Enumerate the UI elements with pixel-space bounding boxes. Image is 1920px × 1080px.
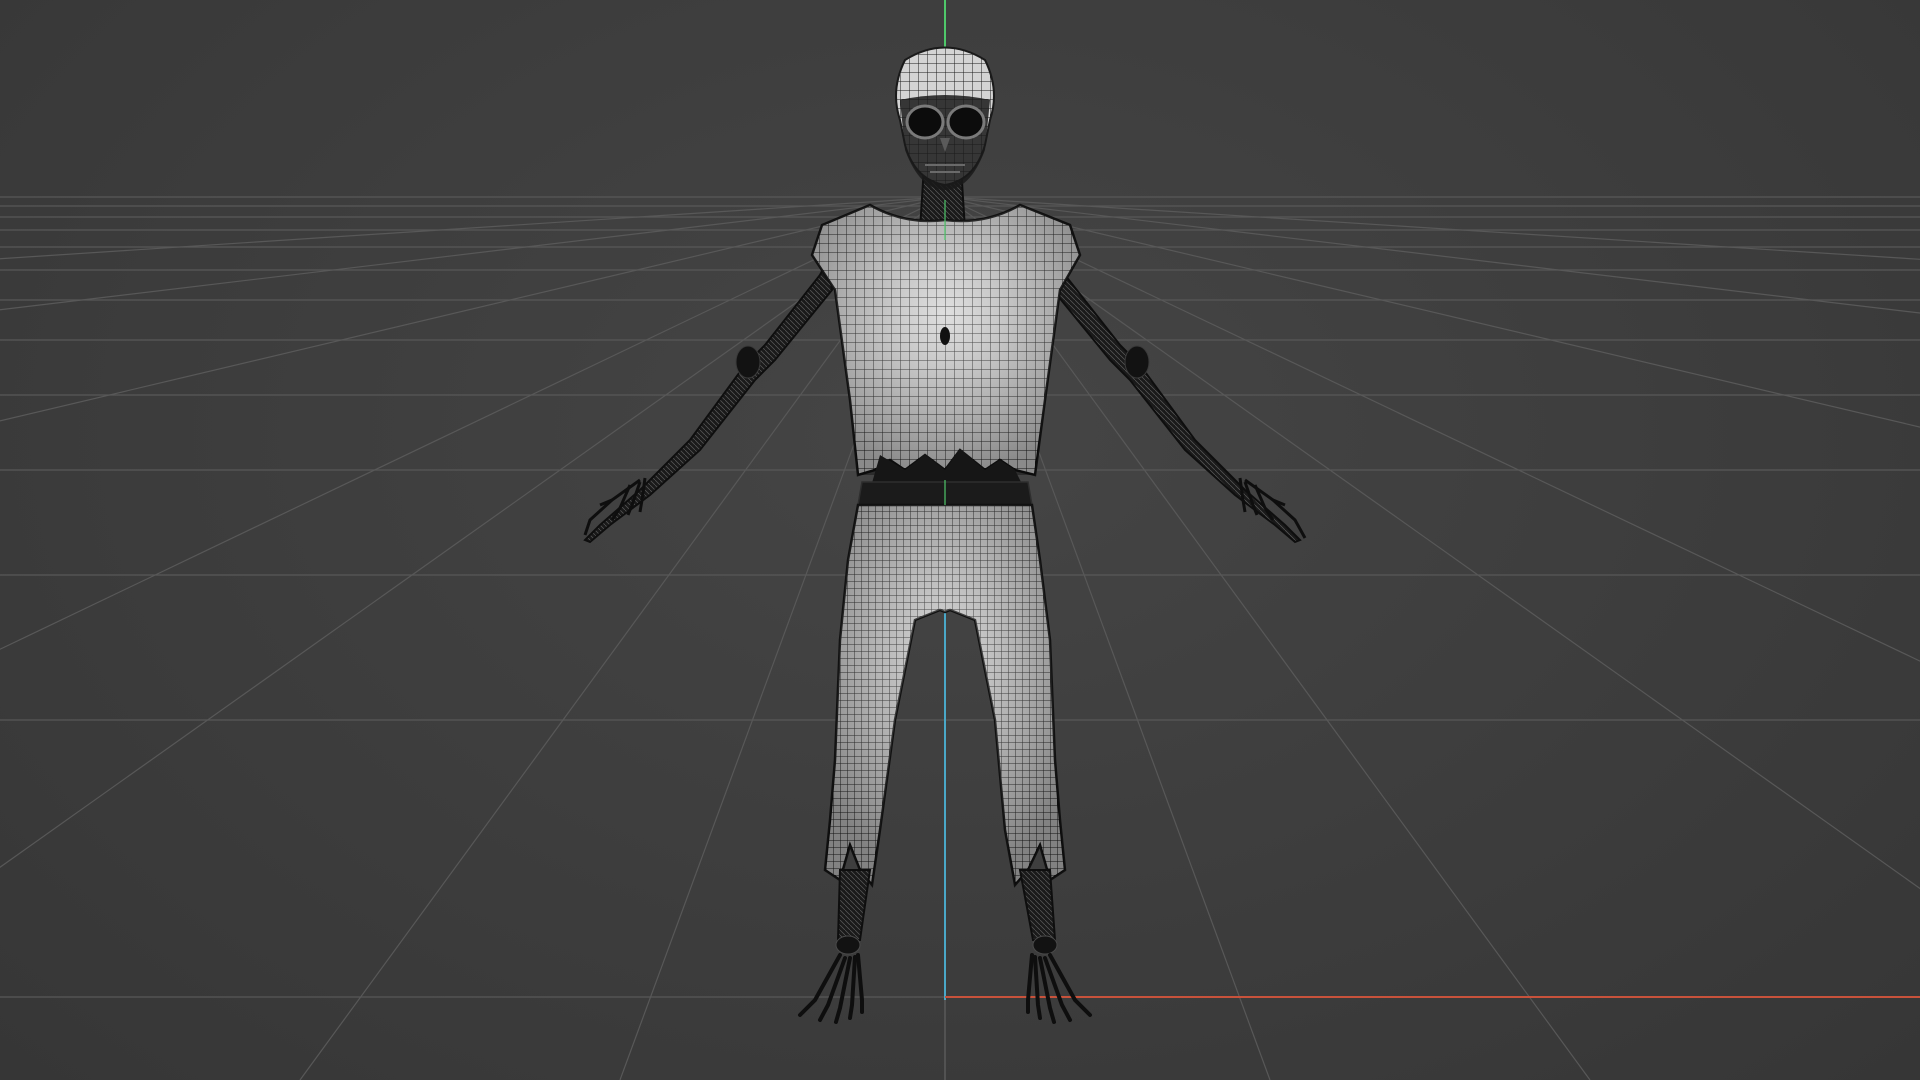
torso-shirt[interactable]	[810, 203, 1082, 490]
right-foot[interactable]	[1026, 953, 1092, 1024]
left-foot[interactable]	[798, 953, 864, 1024]
left-eye-socket	[905, 104, 945, 140]
skull-head[interactable]	[895, 46, 995, 191]
viewport-canvas[interactable]	[0, 0, 1920, 1080]
right-hand[interactable]	[1238, 477, 1307, 539]
3d-viewport[interactable]	[0, 0, 1920, 1080]
left-shin	[835, 869, 872, 955]
right-shin	[1018, 869, 1058, 955]
right-eye-socket	[946, 104, 986, 140]
axis-lines	[944, 0, 1920, 1080]
